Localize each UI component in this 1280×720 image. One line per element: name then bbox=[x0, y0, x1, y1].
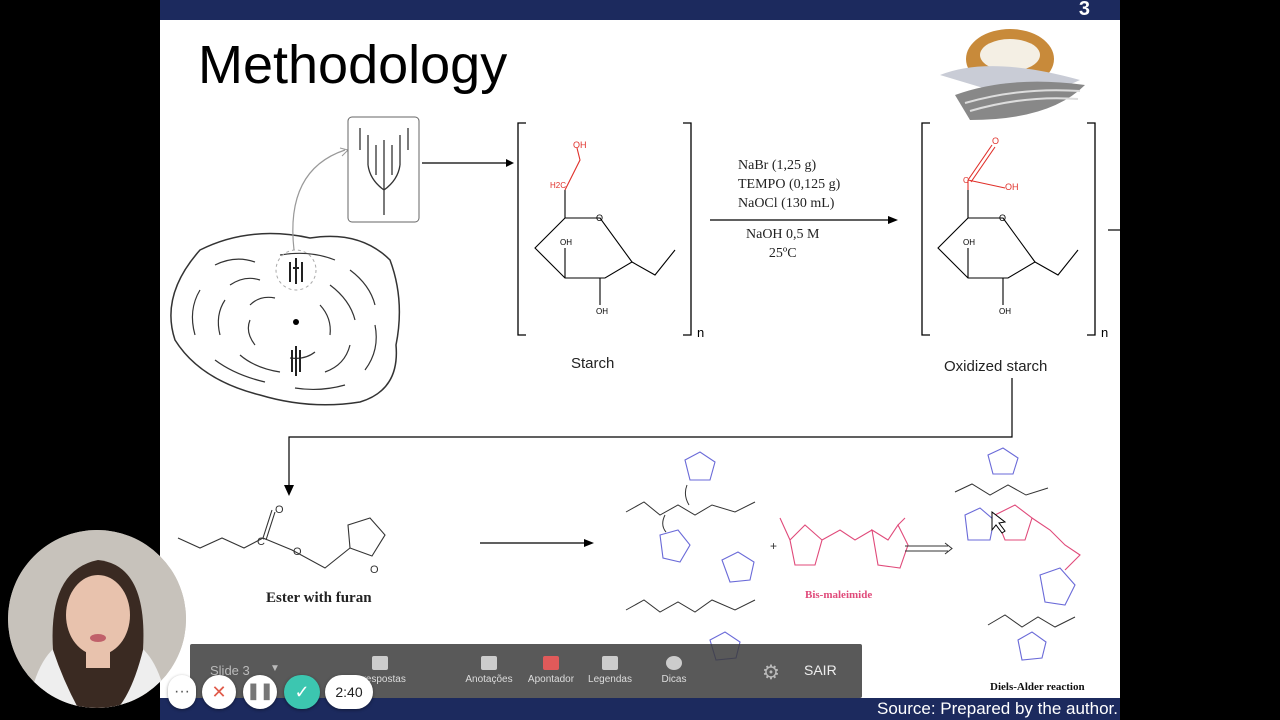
presenter-webcam bbox=[8, 530, 186, 708]
oxidized-starch-label: Oxidized starch bbox=[944, 358, 1048, 375]
ester-o2: O bbox=[293, 546, 302, 558]
starch-oh-mid: OH bbox=[560, 238, 572, 247]
oxidized-starch-ring bbox=[937, 190, 1079, 305]
exit-button[interactable]: SAIR bbox=[804, 662, 837, 678]
starch-oh-top: OH bbox=[573, 140, 587, 150]
bismaleimide-label: Bis-maleimide bbox=[805, 589, 872, 601]
starch-n: n bbox=[697, 325, 704, 340]
reagent-tempo: TEMPO (0,125 g) bbox=[738, 177, 841, 192]
close-icon[interactable]: ✕ bbox=[202, 675, 236, 709]
chevron-down-icon[interactable]: ▼ bbox=[270, 663, 280, 674]
slide: 3 Methodology OH H2C O OH OH n O C OH O … bbox=[160, 0, 1120, 720]
tips-button[interactable]: Dicas bbox=[656, 650, 692, 685]
reagent-nabr: NaBr (1,25 g) bbox=[738, 158, 817, 173]
captions-icon bbox=[602, 656, 618, 670]
captions-label: Legendas bbox=[588, 674, 632, 685]
diels-alder-label: Diels-Alder reaction bbox=[990, 681, 1085, 693]
mouse-cursor bbox=[991, 510, 1007, 534]
svg-text:+: + bbox=[770, 539, 777, 553]
condition-temp: 25ºC bbox=[768, 246, 797, 261]
ox-n: n bbox=[1101, 325, 1108, 340]
da-furan-rings bbox=[964, 447, 1076, 661]
info-icon bbox=[666, 656, 682, 670]
laser-pointer-icon bbox=[543, 656, 559, 670]
annotations-button[interactable]: Anotações bbox=[462, 650, 516, 685]
ox-o: O bbox=[992, 136, 999, 146]
reagents-list: NaBr (1,25 g) TEMPO (0,125 g) NaOCl (130… bbox=[738, 156, 840, 213]
timer: 2:40 bbox=[325, 675, 373, 709]
reagent-naocl: NaOCl (130 mL) bbox=[738, 196, 835, 211]
ox-oh: OH bbox=[1005, 182, 1019, 192]
ester-c: C bbox=[257, 536, 265, 548]
conditions-list: NaOH 0,5 M 25ºC bbox=[746, 225, 820, 263]
annotations-label: Anotações bbox=[465, 674, 513, 685]
starch-label: Starch bbox=[571, 355, 615, 372]
check-icon[interactable]: ✓ bbox=[284, 675, 320, 709]
starch-granule bbox=[170, 232, 401, 406]
bismaleimide-molecule bbox=[779, 517, 909, 569]
starch-ring-o: O bbox=[596, 213, 603, 223]
tips-label: Dicas bbox=[661, 674, 687, 685]
source-caption: Source: Prepared by the author. bbox=[877, 699, 1118, 718]
starch-ring bbox=[534, 190, 676, 305]
more-options-button[interactable]: ··· bbox=[168, 675, 196, 709]
pointer-label: Apontador bbox=[527, 674, 575, 685]
ester-molecule bbox=[177, 509, 386, 569]
annotations-icon bbox=[481, 656, 497, 670]
ox-c: C bbox=[963, 176, 969, 185]
pointer-button[interactable]: Apontador bbox=[524, 650, 578, 685]
ox-oh-bottom: OH bbox=[999, 307, 1011, 316]
furan-rings bbox=[659, 451, 755, 661]
da-maleimide bbox=[994, 504, 1081, 571]
chat-icon bbox=[372, 656, 388, 670]
ox-ring-o: O bbox=[999, 213, 1006, 223]
starch-h2c: H2C bbox=[550, 181, 566, 190]
ester-o3: O bbox=[370, 564, 379, 576]
captions-button[interactable]: Legendas bbox=[586, 650, 634, 685]
grafted-chain bbox=[625, 484, 756, 613]
ester-o1: O bbox=[275, 504, 284, 516]
condition-naoh: NaOH 0,5 M bbox=[746, 227, 820, 242]
ester-label: Ester with furan bbox=[266, 590, 372, 606]
starch-oh-bottom: OH bbox=[596, 307, 608, 316]
gear-icon[interactable]: ⚙ bbox=[762, 660, 780, 685]
ox-oh-mid: OH bbox=[963, 238, 975, 247]
pause-icon[interactable]: ❚❚ bbox=[243, 675, 277, 709]
